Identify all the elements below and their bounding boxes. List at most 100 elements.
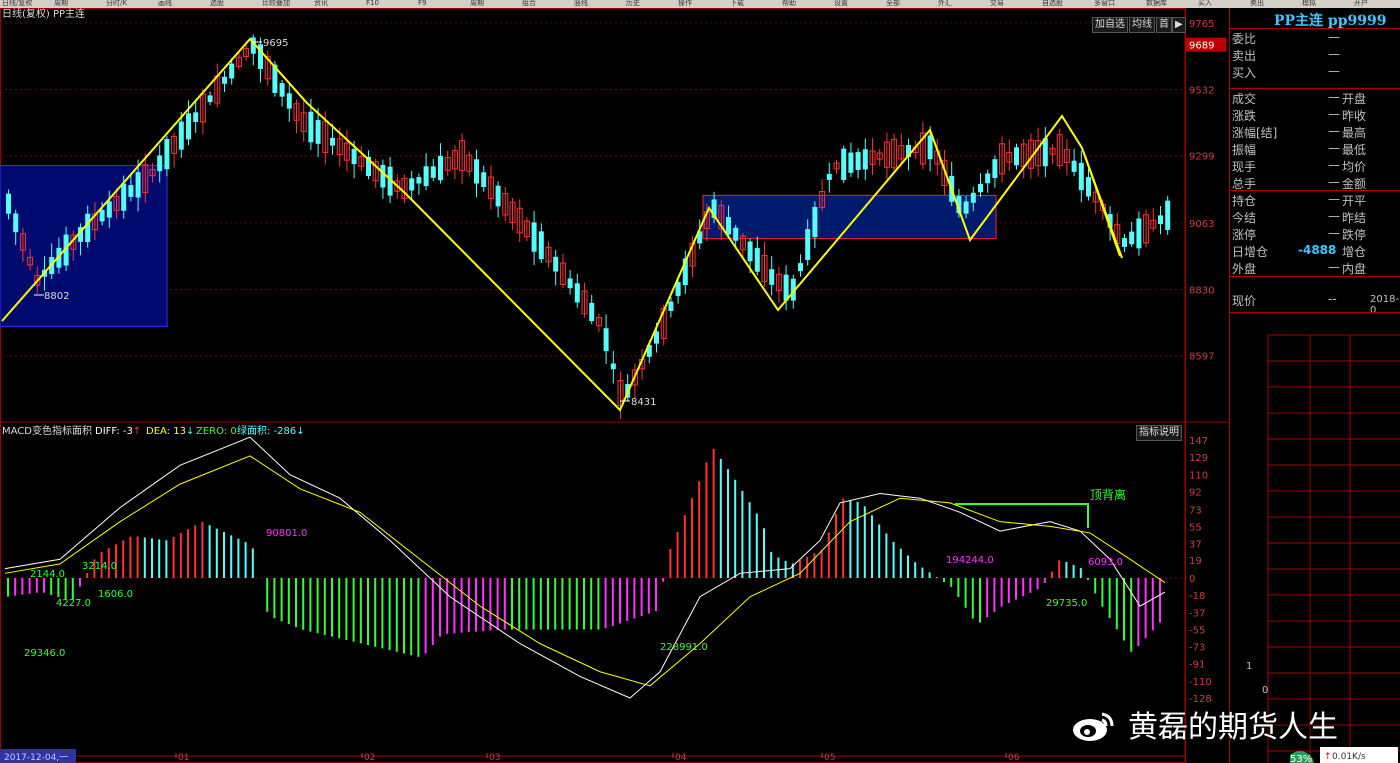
current-price-tag: 9689 [1189, 41, 1214, 52]
toolbar-item[interactable]: 设置 [834, 0, 848, 8]
kline-chart[interactable]: 9765 9532 9299 9063 8830 8597 9689 9695 8802 8431… [0, 8, 1228, 763]
diff-line [4, 436, 1166, 699]
toolbar-item[interactable]: F10 [366, 0, 379, 8]
candle-down [538, 231, 544, 260]
indicator-explain-button[interactable]: 指标说明 [1136, 425, 1182, 441]
toolbar-item[interactable]: 模拟 [1302, 0, 1316, 8]
tick-axis-label: 0 [1262, 685, 1269, 696]
toolbar-item[interactable]: 全部 [886, 0, 900, 8]
toolbar-item[interactable]: 比较叠加 [262, 0, 290, 8]
candle-down [553, 256, 559, 272]
quote-row: 日增仓 -4888 增仓 [1232, 243, 1367, 259]
toolbar-item[interactable]: 开户 [1354, 0, 1368, 8]
candle-down [351, 148, 357, 165]
macd-tick: 110 [1189, 471, 1208, 482]
toolbar-item[interactable]: 周期 [54, 0, 68, 8]
macd-tick: -73 [1189, 642, 1205, 653]
macd-annotation: 29735.0 [1046, 598, 1088, 609]
chart-header: 日线(复权) PP主连 [2, 9, 86, 20]
chart-button-0[interactable]: 加自选 [1092, 17, 1128, 33]
candle-down [380, 164, 386, 188]
candle-down [186, 113, 191, 140]
candle-down [99, 209, 105, 222]
candle-down [164, 138, 170, 170]
date-tick: 05 [824, 753, 835, 763]
low-label-1: 8802 [44, 291, 69, 302]
chart-button-2[interactable]: 首 [1156, 17, 1172, 33]
candle-down [330, 137, 335, 146]
toolbar-item[interactable]: 周期 [470, 0, 484, 8]
toolbar-item[interactable]: 卖出 [1250, 0, 1264, 8]
tick-grid [1267, 334, 1400, 763]
toolbar-item[interactable]: 买入 [1198, 0, 1212, 8]
percent-text: 53% [1290, 754, 1312, 763]
macd-tick: -110 [1189, 677, 1212, 688]
toolbar-item[interactable]: 自选股 [1042, 0, 1063, 8]
instrument-title: PP主连 pp9999 [1274, 13, 1387, 29]
chart-area[interactable]: 9765 9532 9299 9063 8830 8597 9689 9695 8802 8431… [0, 8, 1228, 763]
price-tick: 9063 [1189, 219, 1214, 230]
low-label-2: 8431 [631, 397, 656, 408]
macd-area: 绿面积: -286↓ [237, 426, 305, 437]
candle-down [841, 148, 847, 180]
candle-down [157, 155, 163, 172]
candle-down [769, 269, 775, 285]
candle-down [286, 93, 292, 109]
date-tick: 2017-12-04,一 [4, 753, 68, 763]
toolbar-item[interactable]: 资讯 [314, 0, 328, 8]
collapse-icon[interactable]: ▶ [1172, 17, 1186, 33]
toolbar-item[interactable]: 多窗口 [1094, 0, 1115, 8]
toolbar-item[interactable]: 交易 [990, 0, 1004, 8]
macd-annotation: 1606.0 [98, 589, 133, 600]
svg-text:↑: ↑ [1324, 752, 1332, 762]
price-tick: 8597 [1189, 352, 1214, 363]
candle-down [85, 213, 91, 243]
candle-down [862, 149, 868, 170]
candle-down [121, 183, 127, 211]
quote-row: 涨停 — 跌停 [1232, 226, 1367, 242]
chart-button-1[interactable]: 均线 [1129, 17, 1155, 33]
toolbar-item[interactable]: F9 [418, 0, 426, 8]
toolbar-item[interactable]: 画线 [158, 0, 172, 8]
candle-down [855, 152, 861, 170]
macd-annotation: 90801.0 [266, 528, 308, 539]
macd-annotation: 29346.0 [24, 648, 66, 659]
macd-tick: 19 [1189, 556, 1202, 567]
chart-mark [1084, 155, 1121, 257]
candle-down [798, 263, 803, 272]
toolbar-item[interactable]: 数据库 [1146, 0, 1167, 8]
candle-down [733, 227, 739, 241]
toolbar-item[interactable]: 组合 [522, 0, 536, 8]
candle-down [13, 213, 19, 233]
candle-down [1071, 160, 1077, 172]
weibo-icon [1073, 712, 1114, 741]
macd-annotation: 194244.0 [946, 555, 994, 566]
toolbar-item[interactable]: 外汇 [938, 0, 952, 8]
macd-tick: -91 [1189, 659, 1205, 670]
candle-down [754, 248, 760, 272]
toolbar-item[interactable]: 分时/K [106, 0, 127, 8]
toolbar-item[interactable]: 竖线 [574, 0, 588, 8]
toolbar-item[interactable]: 帮助 [782, 0, 796, 8]
toolbar-item[interactable]: 下载 [730, 0, 744, 8]
toolbar-item[interactable]: 历史 [626, 0, 640, 8]
candle-down [409, 178, 415, 191]
toolbar-item[interactable]: 日线/复权 [2, 0, 32, 8]
date-tick: 04 [675, 753, 687, 763]
macd-tick: -18 [1189, 591, 1205, 602]
macd-annotation: 228991.0 [660, 642, 708, 653]
toolbar-item[interactable]: 操作 [678, 0, 692, 8]
candle-down [1122, 238, 1127, 247]
quote-row: 现手 — 均价 [1232, 158, 1367, 174]
watermark-text: 黄磊的期货人生 [1128, 710, 1338, 745]
quote-row: 今结 — 昨结 [1232, 209, 1367, 225]
candle-down [1129, 231, 1135, 245]
candle-down [423, 166, 429, 187]
price-tick: 9299 [1189, 152, 1214, 163]
toolbar-item[interactable]: 选股 [210, 0, 224, 8]
candle-down [970, 192, 976, 203]
candle-down [308, 111, 314, 143]
network-status: ↑ 0.01K/s 53% [1290, 747, 1398, 763]
macd-tick: 55 [1189, 522, 1202, 533]
macd-dea: DEA: 13↓ [146, 426, 195, 437]
